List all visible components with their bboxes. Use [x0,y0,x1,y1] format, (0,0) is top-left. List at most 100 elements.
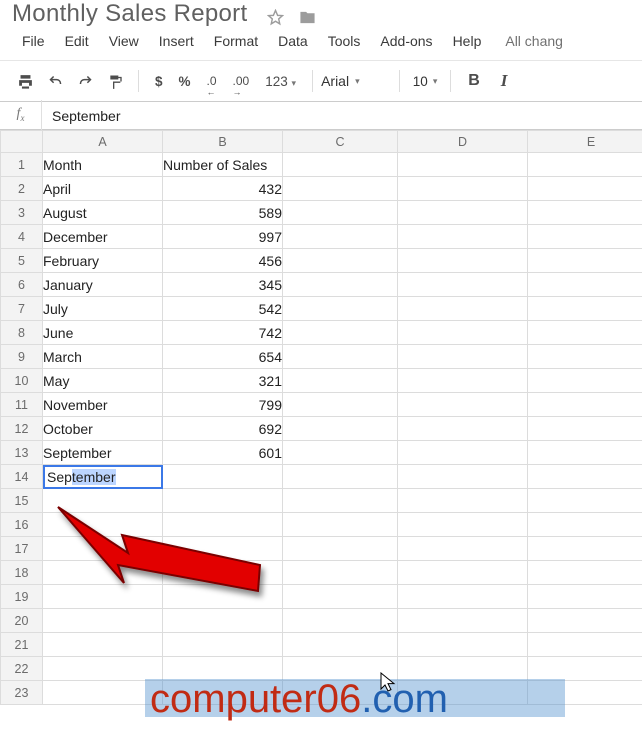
cell-C20[interactable] [283,609,398,633]
column-header-D[interactable]: D [398,131,528,153]
font-family-select[interactable]: Arial▾ [321,73,391,89]
cell-A21[interactable] [43,633,163,657]
cell-A2[interactable]: April [43,177,163,201]
select-all-corner[interactable] [1,131,43,153]
decrease-decimal-button[interactable]: .0← [199,74,225,88]
cell-E19[interactable] [528,585,642,609]
cell-B13[interactable]: 601 [163,441,283,465]
cell-C14[interactable] [283,465,398,489]
cell-E17[interactable] [528,537,642,561]
cell-C11[interactable] [283,393,398,417]
cell-C17[interactable] [283,537,398,561]
cell-B1[interactable]: Number of Sales [163,153,283,177]
cell-D6[interactable] [398,273,528,297]
cell-C21[interactable] [283,633,398,657]
cell-A3[interactable]: August [43,201,163,225]
cell-D3[interactable] [398,201,528,225]
cell-C3[interactable] [283,201,398,225]
row-header-10[interactable]: 10 [1,369,43,393]
more-formats-button[interactable]: 123 ▾ [257,74,304,89]
bold-button[interactable]: B [459,68,489,94]
cell-D13[interactable] [398,441,528,465]
increase-decimal-button[interactable]: .00→ [225,74,258,88]
row-header-17[interactable]: 17 [1,537,43,561]
format-percent-button[interactable]: % [171,74,199,89]
cell-E2[interactable] [528,177,642,201]
cell-D7[interactable] [398,297,528,321]
cell-E5[interactable] [528,249,642,273]
cell-E15[interactable] [528,489,642,513]
cell-C15[interactable] [283,489,398,513]
cell-D1[interactable] [398,153,528,177]
cell-A18[interactable] [43,561,163,585]
formula-input[interactable]: September [42,108,642,124]
cell-D4[interactable] [398,225,528,249]
cell-B16[interactable] [163,513,283,537]
column-header-C[interactable]: C [283,131,398,153]
cell-D11[interactable] [398,393,528,417]
cell-D16[interactable] [398,513,528,537]
row-header-22[interactable]: 22 [1,657,43,681]
cell-C10[interactable] [283,369,398,393]
cell-E10[interactable] [528,369,642,393]
cell-A4[interactable]: December [43,225,163,249]
menu-data[interactable]: Data [268,30,318,52]
row-header-5[interactable]: 5 [1,249,43,273]
cell-E6[interactable] [528,273,642,297]
row-header-13[interactable]: 13 [1,441,43,465]
cell-B15[interactable] [163,489,283,513]
cell-A20[interactable] [43,609,163,633]
cell-A5[interactable]: February [43,249,163,273]
cell-D21[interactable] [398,633,528,657]
menu-format[interactable]: Format [204,30,268,52]
cell-C19[interactable] [283,585,398,609]
cell-C8[interactable] [283,321,398,345]
row-header-8[interactable]: 8 [1,321,43,345]
cell-B8[interactable]: 742 [163,321,283,345]
cell-A17[interactable] [43,537,163,561]
cell-C9[interactable] [283,345,398,369]
cell-B6[interactable]: 345 [163,273,283,297]
row-header-18[interactable]: 18 [1,561,43,585]
cell-A13[interactable]: September [43,441,163,465]
menu-addons[interactable]: Add-ons [370,30,442,52]
menu-view[interactable]: View [99,30,149,52]
row-header-20[interactable]: 20 [1,609,43,633]
italic-button[interactable]: I [489,68,519,94]
row-header-9[interactable]: 9 [1,345,43,369]
row-header-15[interactable]: 15 [1,489,43,513]
cell-B17[interactable] [163,537,283,561]
cell-D9[interactable] [398,345,528,369]
doc-title[interactable]: Monthly Sales Report [12,0,247,27]
cell-B19[interactable] [163,585,283,609]
cell-A6[interactable]: January [43,273,163,297]
editing-cell-A14[interactable]: September [43,465,163,489]
cell-D12[interactable] [398,417,528,441]
undo-icon[interactable] [40,68,70,94]
format-currency-button[interactable]: $ [147,74,171,89]
cell-B9[interactable]: 654 [163,345,283,369]
row-header-2[interactable]: 2 [1,177,43,201]
cell-E21[interactable] [528,633,642,657]
menu-help[interactable]: Help [443,30,492,52]
cell-E7[interactable] [528,297,642,321]
row-header-23[interactable]: 23 [1,681,43,705]
cell-E1[interactable] [528,153,642,177]
cell-E8[interactable] [528,321,642,345]
menu-tools[interactable]: Tools [318,30,371,52]
menu-edit[interactable]: Edit [55,30,99,52]
row-header-19[interactable]: 19 [1,585,43,609]
cell-A11[interactable]: November [43,393,163,417]
folder-move-icon[interactable] [298,9,317,26]
cell-D10[interactable] [398,369,528,393]
cell-D8[interactable] [398,321,528,345]
font-size-select[interactable]: 10▾ [408,74,442,89]
cell-E18[interactable] [528,561,642,585]
cell-E11[interactable] [528,393,642,417]
row-header-3[interactable]: 3 [1,201,43,225]
cell-B2[interactable]: 432 [163,177,283,201]
row-header-14[interactable]: 14 [1,465,43,489]
cell-E22[interactable] [528,657,642,681]
cell-C16[interactable] [283,513,398,537]
row-header-21[interactable]: 21 [1,633,43,657]
